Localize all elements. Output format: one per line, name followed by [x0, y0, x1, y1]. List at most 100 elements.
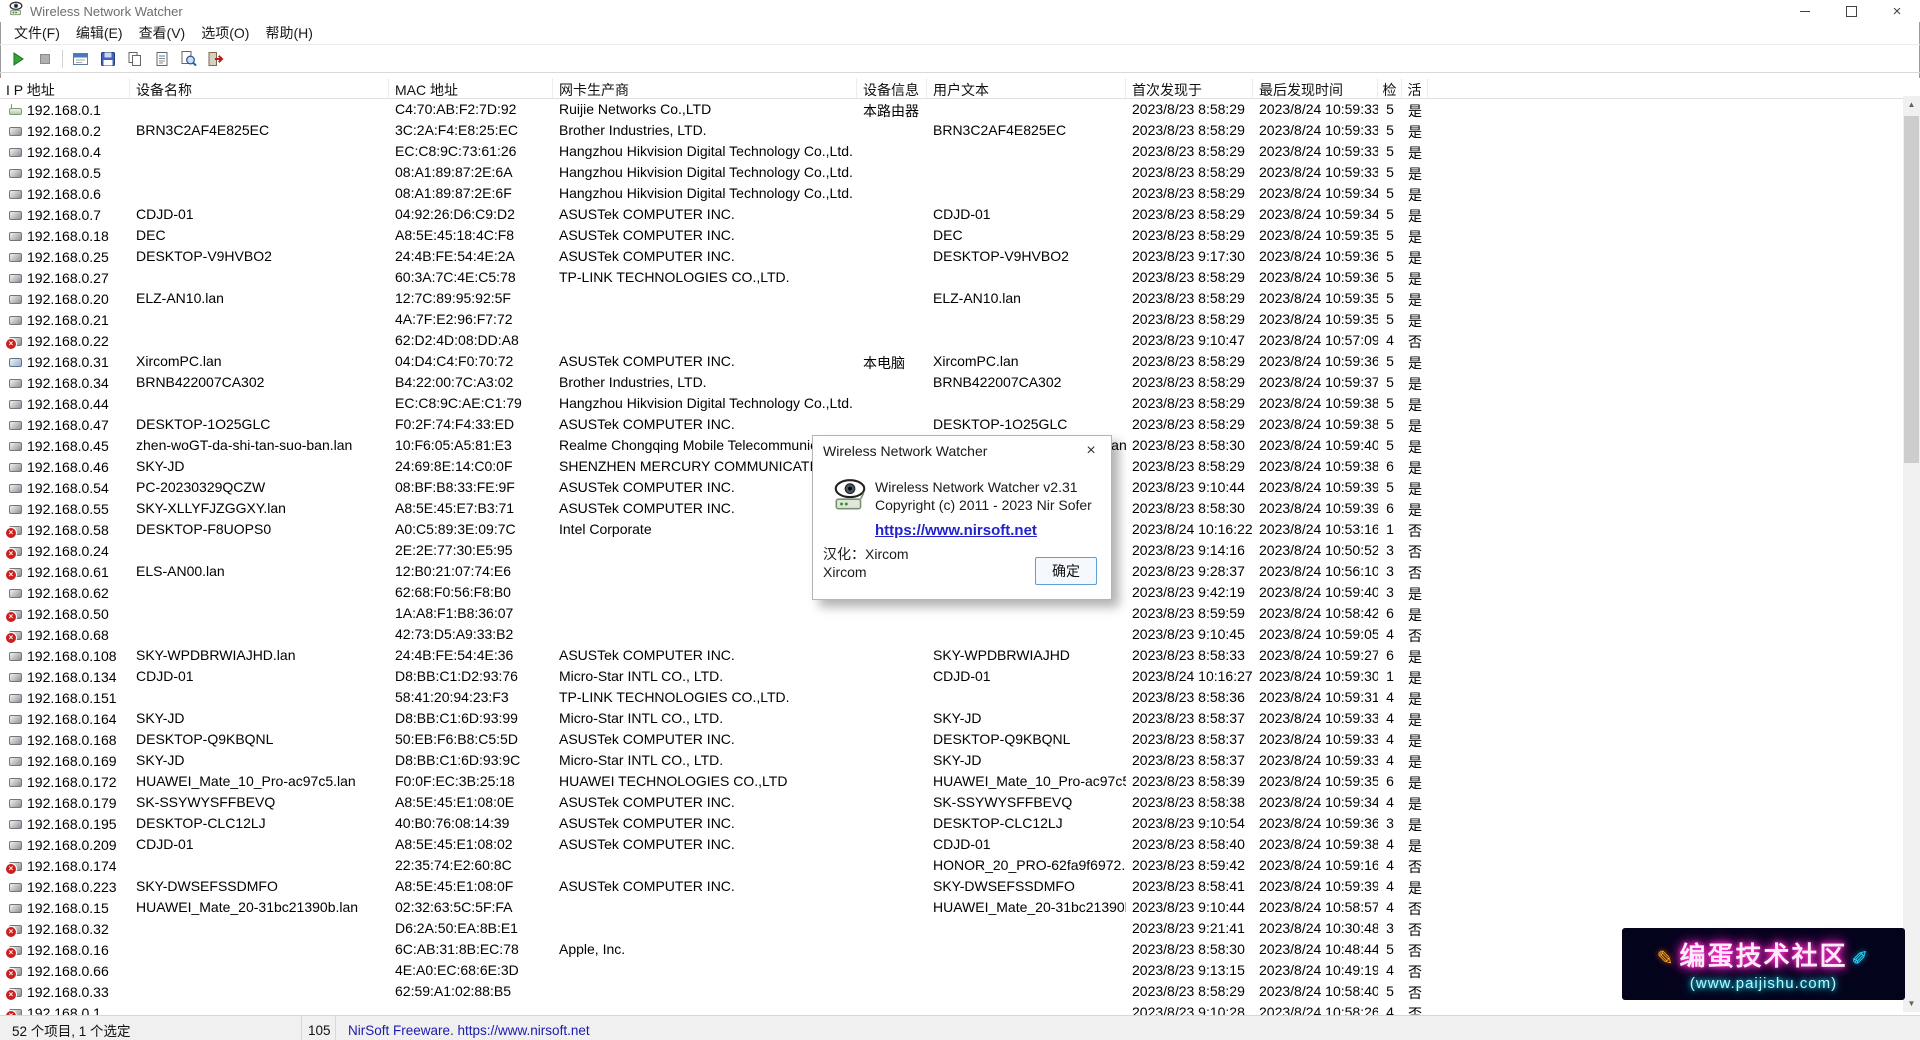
ok-button[interactable]: 确定	[1035, 557, 1097, 585]
table-row[interactable]: 192.168.0.68 42:73:D5:A9:33:B2 2023/8/23 9…	[0, 624, 1920, 645]
advanced-options-button[interactable]	[67, 47, 94, 71]
table-row[interactable]: 192.168.0.50 1A:A8:F1:B8:36:07 2023/8/23 8…	[0, 603, 1920, 624]
minimize-button[interactable]	[1782, 0, 1828, 22]
table-row[interactable]: 192.168.0.27 60:3A:7C:4E:C5:78 TP-LINK TEC…	[0, 267, 1920, 288]
cell-info	[857, 393, 927, 414]
column-header-0[interactable]: I P 地址	[0, 78, 130, 98]
dialog-close-button[interactable]: ×	[1071, 436, 1111, 466]
table-row[interactable]: 192.168.0.5 08:A1:89:87:2E:6A Hangzhou Hik…	[0, 162, 1920, 183]
menu-view[interactable]: 查看(V)	[131, 22, 194, 44]
table-row[interactable]: 192.168.0.151 58:41:20:94:23:F3 TP-LINK TE…	[0, 687, 1920, 708]
cell-ip: 192.168.0.168	[0, 729, 130, 750]
table-row[interactable]: 192.168.0.1 2023/8/23 9:10:28 2023/8/24 10…	[0, 1002, 1920, 1015]
cell-act: 是	[1408, 166, 1422, 182]
menu-options[interactable]: 选项(O)	[193, 22, 257, 44]
table-row[interactable]: 192.168.0.7 CDJD-01 04:92:26:D6:C9:D2 ASUST…	[0, 204, 1920, 225]
table-row[interactable]: 192.168.0.21 4A:7F:E2:96:F7:72 2023/8/23 8…	[0, 309, 1920, 330]
column-header-6[interactable]: 首次发现于	[1126, 78, 1253, 98]
column-header-8[interactable]: 检	[1378, 78, 1402, 98]
table-row[interactable]: 192.168.0.34 BRNB422007CA302 B4:22:00:7C:A…	[0, 372, 1920, 393]
table-row[interactable]: 192.168.0.25 DESKTOP-V9HVBO2 24:4B:FE:54:4…	[0, 246, 1920, 267]
table-row[interactable]: 192.168.0.174 22:35:74:E2:60:8C HONOR_20_P…	[0, 855, 1920, 876]
cell-mac	[389, 1002, 553, 1015]
column-header-9[interactable]: 活	[1402, 78, 1428, 98]
table-row[interactable]: 192.168.0.195 DESKTOP-CLC12LJ 40:B0:76:08:…	[0, 813, 1920, 834]
start-scan-button[interactable]	[4, 47, 31, 71]
nirsoft-link[interactable]: https://www.nirsoft.net	[875, 522, 1037, 540]
table-row[interactable]: 192.168.0.31 XircomPC.lan 04:D4:C4:F0:70:7…	[0, 351, 1920, 372]
cell-info	[857, 372, 927, 393]
column-header-2[interactable]: MAC 地址	[389, 78, 553, 98]
table-row[interactable]: 192.168.0.172 HUAWEI_Mate_10_Pro-ac97c5.l…	[0, 771, 1920, 792]
cell-vendor: ASUSTek COMPUTER INC.	[559, 815, 735, 831]
cell-mac: 24:4B:FE:54:4E:2A	[395, 248, 515, 264]
table-row[interactable]: 192.168.0.20 ELZ-AN10.lan 12:7C:89:95:92:5…	[0, 288, 1920, 309]
cell-act: 是	[1408, 292, 1422, 308]
properties-button[interactable]	[148, 47, 175, 71]
table-row[interactable]: 192.168.0.2 BRN3C2AF4E825EC 3C:2A:F4:E8:25…	[0, 120, 1920, 141]
table-row[interactable]: 192.168.0.209 CDJD-01 A8:5E:45:E1:08:02 ASU…	[0, 834, 1920, 855]
table-row[interactable]: 192.168.0.44 EC:C8:9C:AE:C1:79 Hangzhou Hi…	[0, 393, 1920, 414]
cell-first: 2023/8/23 8:58:30	[1132, 500, 1245, 516]
menu-help[interactable]: 帮助(H)	[257, 22, 320, 44]
scroll-down-arrow-icon[interactable]: ▼	[1903, 995, 1920, 1012]
table-row[interactable]: 192.168.0.164 SKY-JD D8:BB:C1:6D:93:99 Micr…	[0, 708, 1920, 729]
cell-first: 2023/8/23 9:42:19	[1132, 584, 1245, 600]
stop-scan-button[interactable]	[31, 47, 58, 71]
table-row[interactable]: 192.168.0.15 HUAWEI_Mate_20-31bc21390b.la…	[0, 897, 1920, 918]
find-button[interactable]	[175, 47, 202, 71]
cell-info	[857, 414, 927, 435]
cell-user: SKY-WPDBRWIAJHD	[933, 647, 1070, 663]
cell-mac: 24:69:8E:14:C0:0F	[395, 458, 513, 474]
table-row[interactable]: 192.168.0.179 SK-SSYWYSFFBEVQ A8:5E:45:E1:…	[0, 792, 1920, 813]
column-header-1[interactable]: 设备名称	[130, 78, 389, 98]
cell-mac: A8:5E:45:18:4C:F8	[395, 227, 515, 243]
menu-edit[interactable]: 编辑(E)	[68, 22, 131, 44]
cell-name: zhen-woGT-da-shi-tan-suo-ban.lan	[136, 437, 353, 453]
scrollbar-thumb[interactable]	[1904, 116, 1919, 463]
network-device-icon	[8, 753, 23, 768]
cell-act: 是	[1408, 460, 1422, 476]
cell-first: 2023/8/23 8:59:59	[1132, 605, 1245, 621]
table-row[interactable]: 192.168.0.223 SKY-DWSEFSSDMFO A8:5E:45:E1:…	[0, 876, 1920, 897]
table-row[interactable]: 192.168.0.6 08:A1:89:87:2E:6F Hangzhou Hik…	[0, 183, 1920, 204]
cell-act: 否	[1408, 943, 1422, 959]
cell-ip: 192.168.0.20	[0, 288, 130, 309]
scroll-up-arrow-icon[interactable]: ▲	[1903, 96, 1920, 113]
cell-last: 2023/8/24 10:56:10	[1259, 563, 1378, 579]
dialog-app-version: Wireless Network Watcher v2.31	[875, 479, 1078, 495]
cell-last: 2023/8/24 10:59:40	[1259, 437, 1378, 453]
table-row[interactable]: 192.168.0.134 CDJD-01 D8:BB:C1:D2:93:76 Mic…	[0, 666, 1920, 687]
column-header-5[interactable]: 用户文本	[927, 78, 1126, 98]
table-row[interactable]: 192.168.0.108 SKY-WPDBRWIAJHD.lan 24:4B:FE…	[0, 645, 1920, 666]
menu-file[interactable]: 文件(F)	[6, 22, 68, 44]
network-device-icon	[8, 711, 23, 726]
maximize-button[interactable]	[1828, 0, 1874, 22]
vertical-scrollbar[interactable]: ▲ ▼	[1903, 96, 1920, 1012]
close-button[interactable]: ×	[1874, 0, 1920, 22]
cell-act: 是	[1408, 145, 1422, 161]
network-device-icon	[8, 291, 23, 306]
save-button[interactable]	[94, 47, 121, 71]
table-row[interactable]: 192.168.0.18 DEC A8:5E:45:18:4C:F8 ASUSTek …	[0, 225, 1920, 246]
cell-info	[857, 729, 927, 750]
table-row[interactable]: 192.168.0.1 C4:70:AB:F2:7D:92 Ruijie Netwo…	[0, 99, 1920, 120]
cell-name: DEC	[136, 227, 166, 243]
cell-first: 2023/8/23 8:58:29	[1132, 164, 1245, 180]
table-row[interactable]: 192.168.0.22 62:D2:4D:08:DD:A8 2023/8/23 9…	[0, 330, 1920, 351]
column-header-7[interactable]: 最后发现时间	[1253, 78, 1378, 98]
table-row[interactable]: 192.168.0.169 SKY-JD D8:BB:C1:6D:93:9C Micr…	[0, 750, 1920, 771]
cell-act: 是	[1408, 124, 1422, 140]
column-header-4[interactable]: 设备信息	[857, 78, 927, 98]
column-header-3[interactable]: 网卡生产商	[553, 78, 857, 98]
cell-info	[857, 120, 927, 141]
table-row[interactable]: 192.168.0.168 DESKTOP-Q9KBQNL 50:EB:F6:B8:…	[0, 729, 1920, 750]
copy-button[interactable]	[121, 47, 148, 71]
cell-first: 2023/8/23 9:13:15	[1132, 962, 1245, 978]
cell-name: DESKTOP-F8UOPS0	[136, 521, 272, 537]
titlebar: Wireless Network Watcher ×	[0, 0, 1920, 22]
table-row[interactable]: 192.168.0.4 EC:C8:9C:73:61:26 Hangzhou Hik…	[0, 141, 1920, 162]
network-device-icon	[8, 900, 23, 915]
exit-button[interactable]	[202, 47, 229, 71]
table-row[interactable]: 192.168.0.47 DESKTOP-1O25GLC F0:2F:74:F4:3…	[0, 414, 1920, 435]
